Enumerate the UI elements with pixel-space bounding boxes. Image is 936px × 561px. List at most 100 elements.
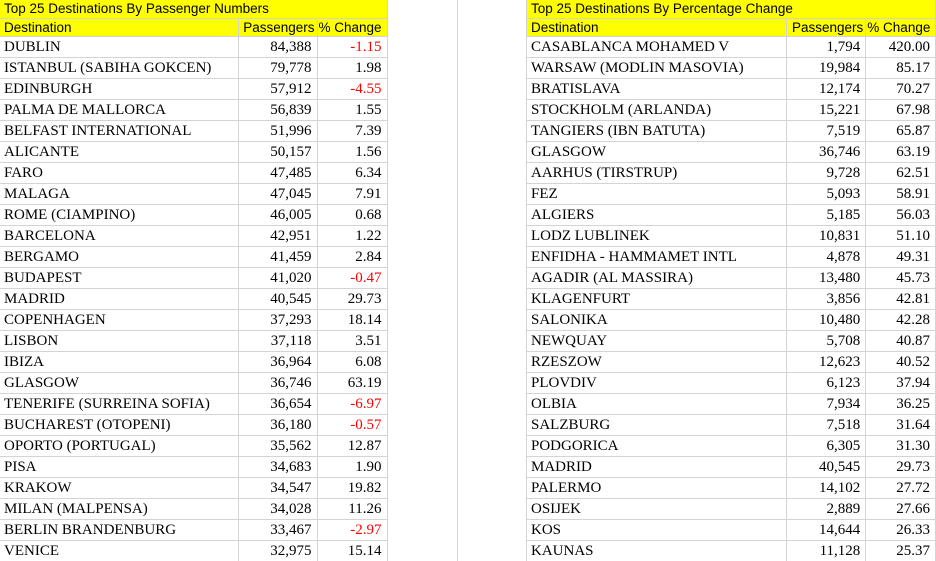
destination-cell[interactable]: ENFIDHA - HAMMAMET INTL [527, 246, 787, 268]
change-column-header[interactable]: % Change [865, 18, 936, 37]
destination-cell[interactable]: TENERIFE (SURREINA SOFIA) [0, 393, 239, 415]
passengers-cell[interactable]: 34,028 [238, 498, 318, 520]
destination-cell[interactable]: PLOVDIV [527, 372, 787, 394]
destination-cell[interactable]: BRATISLAVA [527, 78, 787, 100]
passengers-cell[interactable]: 40,545 [786, 456, 867, 478]
change-cell[interactable]: 56.03 [865, 204, 936, 226]
passengers-cell[interactable]: 51,996 [238, 120, 318, 142]
passengers-cell[interactable]: 36,964 [238, 351, 318, 373]
table-title[interactable]: Top 25 Destinations By Percentage Change [527, 0, 936, 19]
change-cell[interactable]: 6.34 [317, 162, 388, 184]
change-cell[interactable]: 42.28 [865, 309, 936, 331]
passengers-cell[interactable]: 41,459 [238, 246, 318, 268]
destination-cell[interactable]: IBIZA [0, 351, 239, 373]
destination-cell[interactable]: KOS [527, 519, 787, 541]
change-cell[interactable]: 420.00 [865, 36, 936, 58]
destination-cell[interactable]: BUCHAREST (OTOPENI) [0, 414, 239, 436]
change-cell[interactable]: 0.68 [317, 204, 388, 226]
passengers-cell[interactable]: 36,180 [238, 414, 318, 436]
change-cell[interactable]: 85.17 [865, 57, 936, 79]
change-cell[interactable]: 12.87 [317, 435, 388, 457]
change-cell[interactable]: 7.39 [317, 120, 388, 142]
destination-cell[interactable]: BELFAST INTERNATIONAL [0, 120, 239, 142]
destination-cell[interactable]: TANGIERS (IBN BATUTA) [527, 120, 787, 142]
change-cell[interactable]: -2.97 [317, 519, 388, 541]
destination-cell[interactable]: BERGAMO [0, 246, 239, 268]
destination-cell[interactable]: OSIJEK [527, 498, 787, 520]
destination-cell[interactable]: NEWQUAY [527, 330, 787, 352]
destination-cell[interactable]: BUDAPEST [0, 267, 239, 289]
destination-cell[interactable]: KRAKOW [0, 477, 239, 499]
passengers-cell[interactable]: 34,547 [238, 477, 318, 499]
change-cell[interactable]: 42.81 [865, 288, 936, 310]
passengers-cell[interactable]: 40,545 [238, 288, 318, 310]
destination-cell[interactable]: KLAGENFURT [527, 288, 787, 310]
destination-cell[interactable]: CASABLANCA MOHAMED V [527, 36, 787, 58]
change-cell[interactable]: 37.94 [865, 372, 936, 394]
change-cell[interactable]: 36.25 [865, 393, 936, 415]
passengers-cell[interactable]: 84,388 [238, 36, 318, 58]
passengers-cell[interactable]: 36,746 [238, 372, 318, 394]
passengers-cell[interactable]: 7,934 [786, 393, 867, 415]
passengers-cell[interactable]: 41,020 [238, 267, 318, 289]
passengers-cell[interactable]: 57,912 [238, 78, 318, 100]
destination-cell[interactable]: STOCKHOLM (ARLANDA) [527, 99, 787, 121]
passengers-cell[interactable]: 11,128 [786, 540, 867, 561]
passengers-cell[interactable]: 46,005 [238, 204, 318, 226]
passengers-cell[interactable]: 79,778 [238, 57, 318, 79]
change-cell[interactable]: 11.26 [317, 498, 388, 520]
destination-cell[interactable]: LISBON [0, 330, 239, 352]
passengers-cell[interactable]: 36,746 [786, 141, 867, 163]
passengers-cell[interactable]: 37,293 [238, 309, 318, 331]
change-cell[interactable]: 40.87 [865, 330, 936, 352]
destination-cell[interactable]: VENICE [0, 540, 239, 561]
passengers-cell[interactable]: 9,728 [786, 162, 867, 184]
change-cell[interactable]: 31.30 [865, 435, 936, 457]
change-cell[interactable]: 27.66 [865, 498, 936, 520]
passengers-cell[interactable]: 7,518 [786, 414, 867, 436]
change-cell[interactable]: 45.73 [865, 267, 936, 289]
destination-cell[interactable]: SALZBURG [527, 414, 787, 436]
passengers-cell[interactable]: 13,480 [786, 267, 867, 289]
passengers-cell[interactable]: 12,623 [786, 351, 867, 373]
destination-cell[interactable]: FEZ [527, 183, 787, 205]
change-cell[interactable]: 18.14 [317, 309, 388, 331]
destination-cell[interactable]: MILAN (MALPENSA) [0, 498, 239, 520]
passengers-cell[interactable]: 56,839 [238, 99, 318, 121]
destination-cell[interactable]: EDINBURGH [0, 78, 239, 100]
passengers-cell[interactable]: 5,185 [786, 204, 867, 226]
change-cell[interactable]: 51.10 [865, 225, 936, 247]
passengers-cell[interactable]: 7,519 [786, 120, 867, 142]
change-cell[interactable]: 1.55 [317, 99, 388, 121]
change-cell[interactable]: 29.73 [317, 288, 388, 310]
change-cell[interactable]: 6.08 [317, 351, 388, 373]
passengers-cell[interactable]: 50,157 [238, 141, 318, 163]
passengers-cell[interactable]: 12,174 [786, 78, 867, 100]
change-cell[interactable]: 1.22 [317, 225, 388, 247]
destination-cell[interactable]: GLASGOW [0, 372, 239, 394]
passengers-cell[interactable]: 14,644 [786, 519, 867, 541]
destination-cell[interactable]: BARCELONA [0, 225, 239, 247]
table-title[interactable]: Top 25 Destinations By Passenger Numbers [0, 0, 388, 19]
passengers-cell[interactable]: 19,984 [786, 57, 867, 79]
passengers-cell[interactable]: 4,878 [786, 246, 867, 268]
change-cell[interactable]: 49.31 [865, 246, 936, 268]
change-cell[interactable]: 25.37 [865, 540, 936, 561]
destination-cell[interactable]: FARO [0, 162, 239, 184]
destination-cell[interactable]: MALAGA [0, 183, 239, 205]
passengers-cell[interactable]: 33,467 [238, 519, 318, 541]
change-cell[interactable]: -0.47 [317, 267, 388, 289]
destination-column-header[interactable]: Destination [0, 18, 239, 37]
passengers-cell[interactable]: 2,889 [786, 498, 867, 520]
destination-cell[interactable]: BERLIN BRANDENBURG [0, 519, 239, 541]
change-cell[interactable]: 1.98 [317, 57, 388, 79]
passengers-column-header[interactable]: Passengers [238, 18, 318, 37]
destination-cell[interactable]: OPORTO (PORTUGAL) [0, 435, 239, 457]
change-cell[interactable]: 1.56 [317, 141, 388, 163]
passengers-cell[interactable]: 42,951 [238, 225, 318, 247]
change-cell[interactable]: 62.51 [865, 162, 936, 184]
change-cell[interactable]: 31.64 [865, 414, 936, 436]
change-cell[interactable]: 3.51 [317, 330, 388, 352]
destination-cell[interactable]: MADRID [0, 288, 239, 310]
change-cell[interactable]: -1.15 [317, 36, 388, 58]
